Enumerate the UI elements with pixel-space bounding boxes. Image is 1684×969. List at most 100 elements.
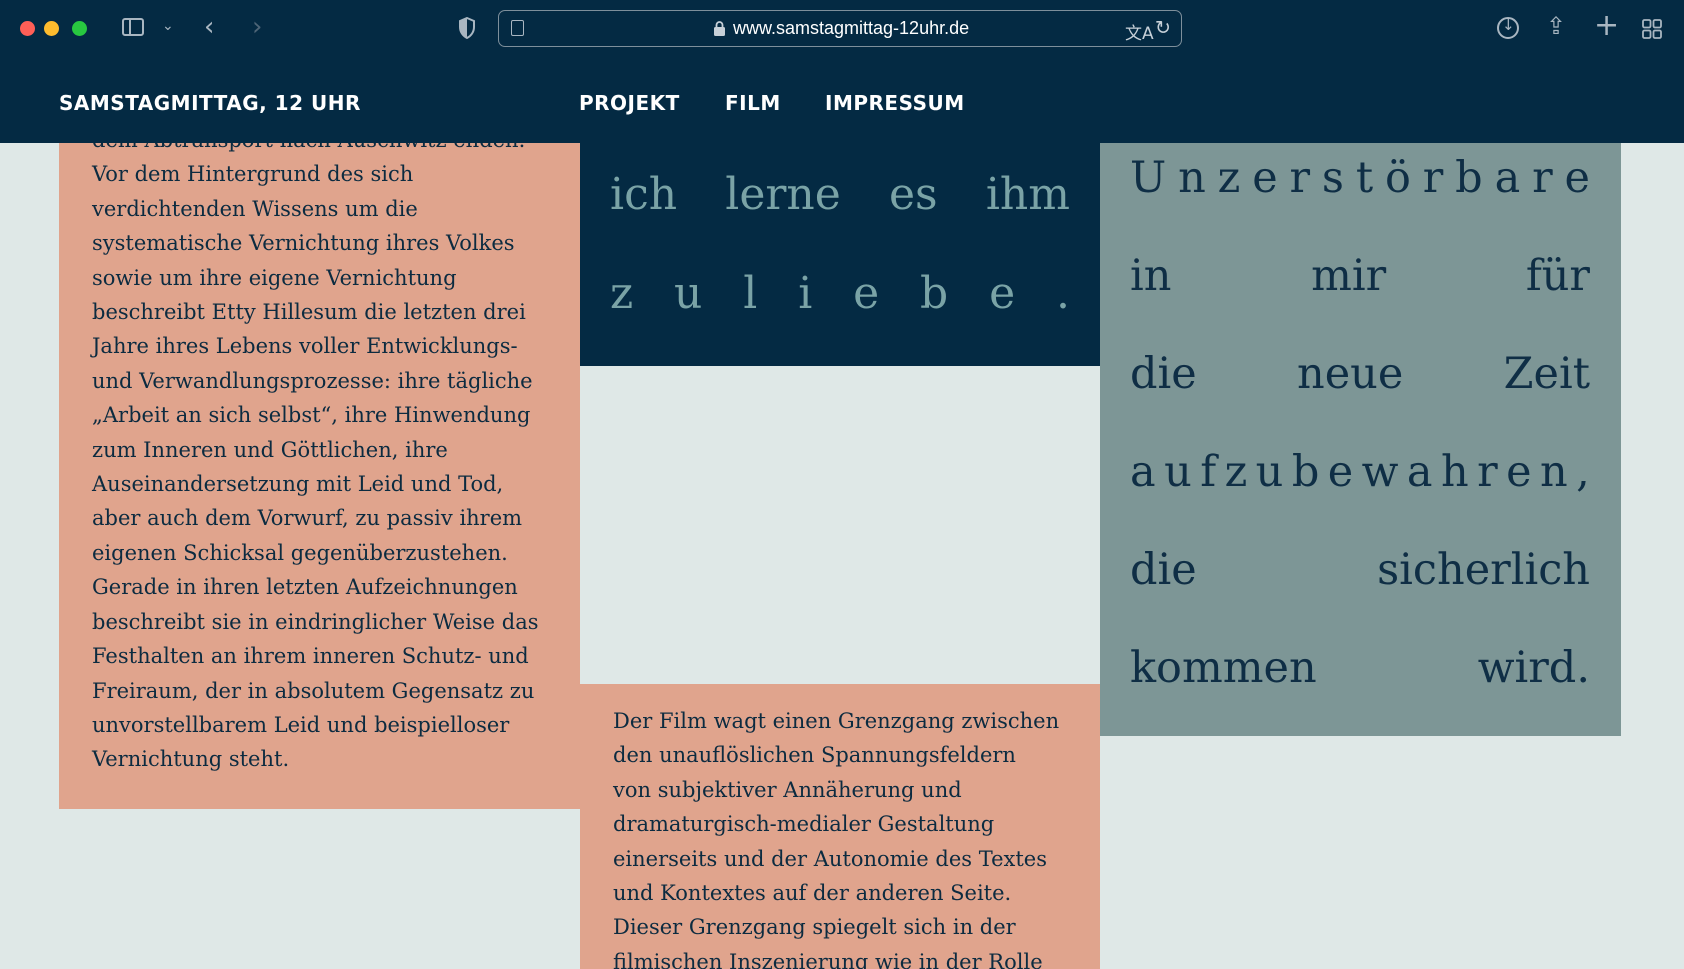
quote-word: ö xyxy=(1385,153,1411,203)
text-line: zum Inneren und Göttlichen, ihre xyxy=(92,437,448,462)
share-icon[interactable]: ⇪ xyxy=(1546,12,1566,40)
quote-word: z xyxy=(1224,447,1248,497)
quote-word: es xyxy=(889,169,938,220)
film-paragraph: Der Film wagt einen Grenzgang zwischen d… xyxy=(613,704,1088,969)
text-line: Freiraum, der in absolutem Gegensatz zu xyxy=(92,678,535,703)
quote-word: die xyxy=(1130,349,1197,399)
text-line: Auseinandersetzung mit Leid und Tod, xyxy=(92,472,504,497)
text-line: sowie um ihre eigene Vernichtung xyxy=(92,265,457,290)
quote-word: in xyxy=(1130,251,1172,301)
chevron-down-icon[interactable]: ⌄ xyxy=(162,18,174,34)
text-line: eigenen Schicksal gegenüberzustehen. xyxy=(92,540,508,565)
quote-line: Unzerstörbare xyxy=(1130,153,1590,203)
quote-word: f xyxy=(1200,447,1217,497)
quote-word: die xyxy=(1130,545,1197,595)
nav-item-projekt[interactable]: PROJEKT xyxy=(579,91,680,115)
quote-panel-dark: ich lerne es ihm z u l i e b e . xyxy=(580,143,1100,366)
address-bar[interactable]: www.samstagmittag-12uhr.de 文A ↻ xyxy=(498,10,1182,47)
quote-word: mir xyxy=(1311,251,1387,301)
quote-word: r xyxy=(1289,153,1311,203)
quote-word: t xyxy=(1355,153,1374,203)
nav-item-film[interactable]: FILM xyxy=(725,91,781,115)
quote-word: lerne xyxy=(725,169,841,220)
quote-word: e xyxy=(1564,153,1590,203)
quote-word: neue xyxy=(1297,349,1404,399)
text-line: systematische Vernichtung ihres Volkes xyxy=(92,231,515,256)
text-line: „Arbeit an sich selbst“, ihre Hinwendung xyxy=(92,403,531,428)
intro-text-panel: dem Abtransport nach Auschwitz enden. Vo… xyxy=(59,143,580,809)
quote-word: e xyxy=(1252,153,1278,203)
zoom-window-button[interactable] xyxy=(72,21,87,36)
site-brand-link[interactable]: SAMSTAGMITTAG, 12 UHR xyxy=(59,91,361,115)
text-line: dem Abtransport nach Auschwitz enden. xyxy=(92,143,572,157)
reload-icon[interactable]: ↻ xyxy=(1155,17,1171,39)
quote-word: sicherlich xyxy=(1377,545,1590,595)
text-line: unvorstellbarem Leid und beispielloser xyxy=(92,712,510,737)
quote-word: h xyxy=(1441,447,1469,497)
quote-word: wird. xyxy=(1477,643,1590,693)
text-line: einerseits und der Autonomie des Textes xyxy=(613,846,1047,871)
intro-paragraph: dem Abtransport nach Auschwitz enden. Vo… xyxy=(92,143,572,777)
text-line: verdichtenden Wissens um die xyxy=(92,196,418,221)
quote-word: b xyxy=(1455,153,1483,203)
quote-panel-grey: Un z e r s t ö r b a r e in mir für die neue Zeit a u f z u b e w… xyxy=(1100,143,1621,736)
quote-letter: b xyxy=(920,268,949,319)
quote-line: die sicherlich xyxy=(1130,545,1590,595)
text-line: aber auch dem Vorwurf, zu passiv ihrem xyxy=(92,506,523,531)
browser-toolbar: ⌄ ‹ › www.samstagmittag-12uhr.de 文A ↻ ⇪ … xyxy=(0,0,1684,58)
text-line: Gerade in ihren letzten Aufzeichnungen xyxy=(92,575,518,600)
quote-word: Zeit xyxy=(1503,349,1590,399)
quote-line: ich lerne es ihm xyxy=(610,169,1070,220)
quote-word: a xyxy=(1494,153,1521,203)
text-line: und Kontextes auf der anderen Seite. xyxy=(613,881,1012,906)
forward-icon[interactable]: › xyxy=(252,12,262,42)
quote-word: e xyxy=(1327,447,1354,497)
reader-icon[interactable] xyxy=(511,20,524,36)
text-line: Vernichtung steht. xyxy=(92,747,290,772)
quote-word: a xyxy=(1130,447,1156,497)
close-window-button[interactable] xyxy=(20,21,35,36)
lock-icon xyxy=(714,21,725,36)
quote-line: in mir für xyxy=(1130,251,1590,301)
quote-word: z xyxy=(1217,153,1241,203)
quote-word: ich xyxy=(610,169,678,220)
back-icon[interactable]: ‹ xyxy=(204,12,214,42)
url-text: www.samstagmittag-12uhr.de xyxy=(733,18,970,38)
quote-word: u xyxy=(1255,447,1284,497)
quote-word: kommen xyxy=(1130,643,1317,693)
quote-word: w xyxy=(1361,447,1399,497)
quote-letter: . xyxy=(1055,268,1070,319)
text-line: Dieser Grenzgang spiegelt sich in der xyxy=(613,915,1016,940)
quote-line: kommen wird. xyxy=(1130,643,1590,693)
translate-icon[interactable]: 文A xyxy=(1125,19,1154,44)
text-line: beschreibt sie in eindringlicher Weise d… xyxy=(92,609,539,634)
quote-word: ihm xyxy=(985,169,1070,220)
new-tab-icon[interactable]: + xyxy=(1594,8,1619,43)
nav-item-impressum[interactable]: IMPRESSUM xyxy=(825,91,965,115)
quote-line: aufzubewahren, xyxy=(1130,447,1590,497)
quote-letter: l xyxy=(743,268,758,319)
quote-word: n xyxy=(1178,153,1206,203)
quote-letter: u xyxy=(674,268,703,319)
tab-overview-icon[interactable] xyxy=(1642,19,1662,39)
quote-letter: e xyxy=(853,268,880,319)
quote-word: r xyxy=(1477,447,1498,497)
text-line: filmischen Inszenierung wie in der Rolle xyxy=(613,949,1043,969)
quote-word: n xyxy=(1540,447,1568,497)
text-line: Vor dem Hintergrund des sich xyxy=(92,162,414,187)
quote-word: U xyxy=(1130,153,1167,203)
shield-icon[interactable] xyxy=(458,17,476,39)
quote-word: a xyxy=(1406,447,1433,497)
quote-word: e xyxy=(1506,447,1532,497)
main-content: dem Abtransport nach Auschwitz enden. Vo… xyxy=(0,143,1684,969)
downloads-icon[interactable] xyxy=(1497,16,1519,39)
quote-line: z u l i e b e . xyxy=(610,268,1070,319)
quote-word: u xyxy=(1164,447,1192,497)
quote-word: b xyxy=(1291,447,1320,497)
quote-word: r xyxy=(1532,153,1553,203)
text-line: dramaturgisch-medialer Gestaltung xyxy=(613,812,995,837)
minimize-window-button[interactable] xyxy=(44,21,59,36)
text-line: von subjektiver Annäherung und xyxy=(613,777,962,802)
sidebar-icon[interactable] xyxy=(122,18,144,36)
quote-word: für xyxy=(1525,251,1590,301)
